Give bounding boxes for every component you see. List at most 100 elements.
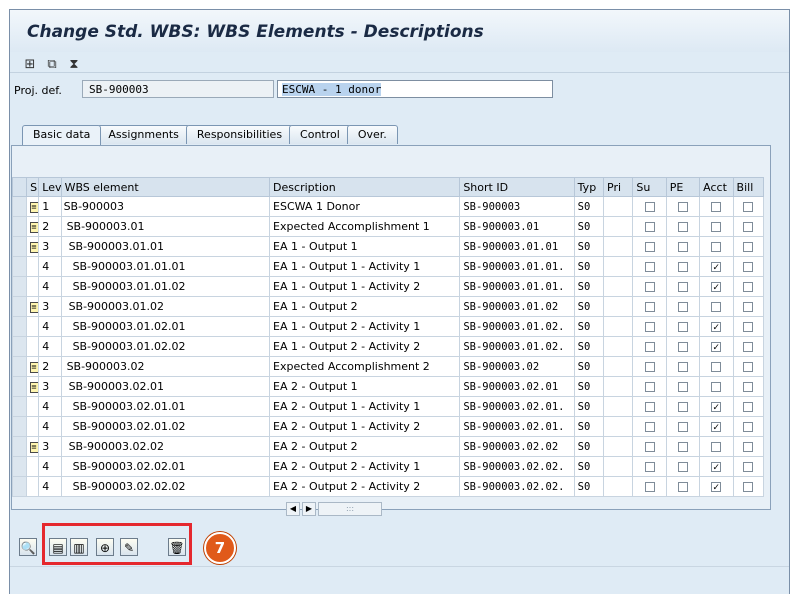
table-row[interactable]: 4 SB-900003.01.01.01 EA 1 - Output 1 - Act… (11, 256, 765, 277)
su-checkbox[interactable] (644, 202, 655, 212)
tab-responsibilities[interactable]: Responsibilities (185, 125, 294, 144)
zoom-icon[interactable]: 🔍 (19, 538, 37, 556)
type-cell[interactable]: S0 (573, 216, 605, 237)
acct-checkbox[interactable]: ✓ (711, 402, 722, 413)
priority-cell[interactable] (603, 436, 634, 457)
pe-checkbox[interactable] (677, 482, 688, 492)
horizontal-scrollbar[interactable]: ◀ ▶ ::: (286, 502, 382, 516)
acct-checkbox[interactable] (711, 302, 722, 312)
short-id-cell[interactable]: SB-900003.01.01. (459, 276, 575, 297)
row-selector[interactable] (11, 336, 28, 357)
pe-checkbox[interactable] (677, 462, 688, 472)
type-cell[interactable]: S0 (573, 416, 605, 437)
acct-checkbox[interactable]: ✓ (711, 282, 722, 293)
hierarchy-node-icon[interactable]: ≡ (30, 221, 38, 233)
structure-icon[interactable]: ⧉ (44, 57, 60, 73)
acct-checkbox[interactable]: ✓ (711, 342, 722, 353)
short-id-cell[interactable]: SB-900003.01.01 (459, 236, 575, 257)
description-cell[interactable]: Expected Accomplishment 1 (269, 216, 461, 237)
description-cell[interactable]: EA 2 - Output 2 (269, 436, 461, 457)
priority-cell[interactable] (603, 396, 634, 417)
pe-checkbox[interactable] (677, 402, 688, 412)
wbs-element-cell[interactable]: SB-900003.02.02.01 (60, 456, 271, 477)
bill-checkbox[interactable] (743, 402, 754, 412)
hierarchy-node-icon[interactable]: ≡ (30, 441, 38, 453)
su-checkbox[interactable] (644, 242, 655, 252)
scroll-thumb[interactable]: ::: (318, 502, 382, 516)
short-id-cell[interactable]: SB-900003.01.02 (459, 296, 575, 317)
acct-checkbox[interactable] (711, 382, 722, 392)
wbs-element-cell[interactable]: SB-900003.02.02.02 (60, 476, 271, 497)
su-checkbox[interactable] (644, 302, 655, 312)
su-checkbox[interactable] (644, 482, 655, 492)
row-selector[interactable] (11, 456, 28, 477)
project-id-field[interactable]: SB-900003 (82, 80, 274, 98)
wbs-element-cell[interactable]: SB-900003.02.01 (60, 376, 271, 397)
short-id-cell[interactable]: SB-900003.02.01. (459, 396, 575, 417)
description-cell[interactable]: ESCWA 1 Donor (269, 196, 461, 217)
su-checkbox[interactable] (644, 222, 655, 232)
acct-checkbox[interactable] (711, 202, 722, 212)
su-checkbox[interactable] (644, 362, 655, 372)
wbs-element-cell[interactable]: SB-900003.01.02 (60, 296, 271, 317)
bill-checkbox[interactable] (743, 422, 754, 432)
description-cell[interactable]: EA 1 - Output 1 (269, 236, 461, 257)
scroll-left-icon[interactable]: ◀ (286, 502, 300, 516)
priority-cell[interactable] (603, 476, 634, 497)
type-cell[interactable]: S0 (573, 476, 605, 497)
priority-cell[interactable] (603, 316, 634, 337)
type-cell[interactable]: S0 (573, 456, 605, 477)
table-row[interactable]: ≡ 2 SB-900003.02 Expected Accomplishment 2S… (11, 356, 765, 377)
table-row[interactable]: ≡ 2 SB-900003.01 Expected Accomplishment 1S… (11, 216, 765, 237)
project-description-field[interactable]: ESCWA - 1 donor (277, 80, 553, 98)
short-id-cell[interactable]: SB-900003.02.02 (459, 436, 575, 457)
wbs-element-cell[interactable]: SB-900003.01.02.01 (60, 316, 271, 337)
type-cell[interactable]: S0 (573, 396, 605, 417)
hierarchy-node-icon[interactable]: ≡ (30, 381, 38, 393)
scroll-right-icon[interactable]: ▶ (302, 502, 316, 516)
su-checkbox[interactable] (644, 322, 655, 332)
table-row[interactable]: 4 SB-900003.01.02.02 EA 1 - Output 2 - Act… (11, 336, 765, 357)
priority-cell[interactable] (603, 356, 634, 377)
su-checkbox[interactable] (644, 342, 655, 352)
header-s[interactable]: S (26, 177, 40, 197)
acct-checkbox[interactable]: ✓ (711, 322, 722, 333)
header-wbs-element[interactable]: WBS element (60, 177, 271, 197)
bill-checkbox[interactable] (743, 342, 754, 352)
header-description[interactable]: Description (269, 177, 461, 197)
row-selector[interactable] (11, 296, 28, 317)
header-selector[interactable] (11, 177, 28, 197)
bill-checkbox[interactable] (743, 262, 754, 272)
description-cell[interactable]: EA 1 - Output 2 - Activity 1 (269, 316, 461, 337)
row-selector[interactable] (11, 376, 28, 397)
short-id-cell[interactable]: SB-900003.02.01. (459, 416, 575, 437)
bill-checkbox[interactable] (743, 482, 754, 492)
bill-checkbox[interactable] (743, 202, 754, 212)
acct-checkbox[interactable]: ✓ (711, 462, 722, 473)
row-selector[interactable] (11, 436, 28, 457)
hierarchy-node-icon[interactable]: ≡ (30, 241, 38, 253)
description-cell[interactable]: EA 2 - Output 1 - Activity 2 (269, 416, 461, 437)
description-cell[interactable]: EA 1 - Output 2 (269, 296, 461, 317)
acct-checkbox[interactable]: ✓ (711, 422, 722, 433)
priority-cell[interactable] (603, 456, 634, 477)
priority-cell[interactable] (603, 416, 634, 437)
wbs-element-cell[interactable]: SB-900003.01.01.01 (60, 256, 271, 277)
type-cell[interactable]: S0 (573, 236, 605, 257)
type-cell[interactable]: S0 (573, 296, 605, 317)
bill-checkbox[interactable] (743, 462, 754, 472)
pe-checkbox[interactable] (677, 322, 688, 332)
bill-checkbox[interactable] (743, 242, 754, 252)
acct-checkbox[interactable]: ✓ (711, 262, 722, 273)
header-pri[interactable]: Pri (603, 177, 634, 197)
acct-checkbox[interactable] (711, 222, 722, 232)
pe-checkbox[interactable] (677, 422, 688, 432)
type-cell[interactable]: S0 (573, 436, 605, 457)
acct-checkbox[interactable] (711, 242, 722, 252)
short-id-cell[interactable]: SB-900003.01.02. (459, 336, 575, 357)
description-cell[interactable]: EA 1 - Output 1 - Activity 2 (269, 276, 461, 297)
priority-cell[interactable] (603, 376, 634, 397)
su-checkbox[interactable] (644, 402, 655, 412)
priority-cell[interactable] (603, 336, 634, 357)
bill-checkbox[interactable] (743, 282, 754, 292)
